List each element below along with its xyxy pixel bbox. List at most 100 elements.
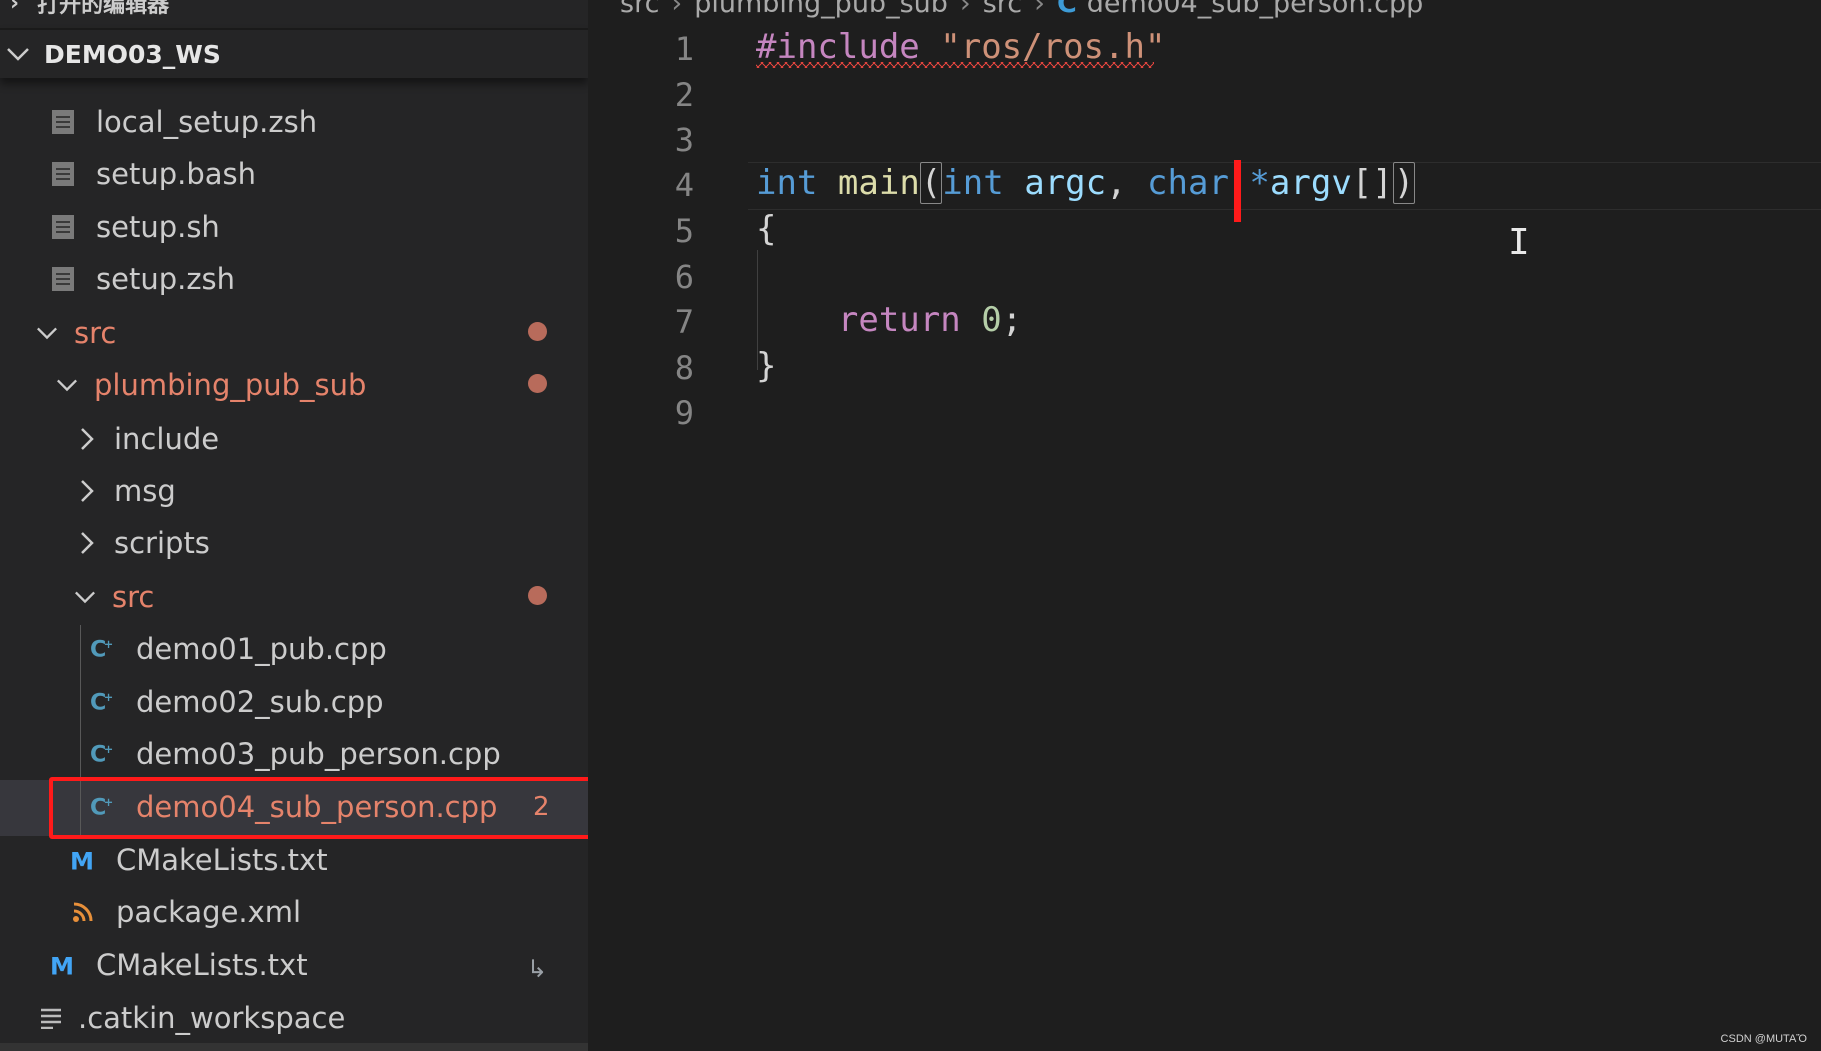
- line-number: 3: [674, 121, 694, 159]
- function-name: main: [837, 163, 920, 203]
- tree-item-label: setup.sh: [96, 210, 220, 244]
- line-number: 9: [674, 394, 694, 432]
- tree-item-label: src: [74, 316, 117, 350]
- svg-text:+: +: [104, 691, 113, 704]
- punct: ;: [1001, 300, 1023, 340]
- code-line-7: return 0;: [756, 297, 1022, 343]
- tree-folder-src[interactable]: src: [36, 308, 116, 358]
- explorer-sidebar: › 打开的编辑器 DEMO03_WS local_setup.zsh setup…: [0, 0, 588, 1051]
- symlink-arrow-icon: ↳: [527, 955, 548, 983]
- keyword: int: [942, 163, 1004, 203]
- include-string: "ros/ros.h": [940, 27, 1166, 67]
- tree-item-catkin-workspace[interactable]: .catkin_workspace: [38, 993, 345, 1043]
- file-lines-icon: [50, 214, 76, 240]
- line-number: 1: [674, 30, 694, 68]
- code-line-5: {: [756, 209, 777, 249]
- watermark: CSDN @MUTAὌ: [1720, 1033, 1807, 1045]
- keyword: char: [1147, 163, 1229, 203]
- param: argc: [1024, 163, 1107, 203]
- tree-item-label: setup.zsh: [96, 262, 236, 296]
- lines-icon: [38, 1005, 64, 1031]
- chevron-down-icon: [56, 378, 78, 392]
- rss-icon: [70, 899, 96, 925]
- tree-item-setup-zsh[interactable]: setup.zsh: [50, 254, 235, 304]
- tree-item-setup-sh[interactable]: setup.sh: [50, 202, 220, 252]
- paren: ): [1392, 162, 1416, 204]
- annotation-red-cursor: [1234, 160, 1241, 222]
- annotation-highlight-box: [49, 777, 588, 839]
- tree-item-package-xml[interactable]: package.xml: [70, 887, 301, 937]
- tree-item-label: scripts: [114, 526, 210, 560]
- chevron-right-icon: ›: [10, 0, 20, 16]
- keyword: return: [837, 300, 961, 340]
- line-number: 4: [674, 166, 694, 204]
- tree-item-demo01-pub-cpp[interactable]: C + demo01_pub.cpp: [90, 624, 387, 674]
- code-line-4: int main(int argc, char *argv[]): [756, 160, 1416, 206]
- error-squiggle: [756, 62, 1154, 68]
- tree-item-setup-bash[interactable]: setup.bash: [50, 149, 256, 199]
- number: 0: [981, 300, 1002, 340]
- keyword: int: [756, 163, 818, 203]
- tree-folder-include[interactable]: include: [76, 414, 219, 464]
- tree-item-local-setup-zsh[interactable]: local_setup.zsh: [50, 97, 317, 147]
- line-number: 8: [674, 349, 694, 387]
- chevron-right-icon: [76, 531, 98, 555]
- modified-dot: [528, 586, 547, 605]
- tree-item-label: src: [112, 580, 155, 614]
- tree-item-demo03-pub-person-cpp[interactable]: C + demo03_pub_person.cpp: [90, 729, 501, 779]
- file-lines-icon: [50, 266, 76, 292]
- line-number: 2: [674, 76, 694, 114]
- tree-item-label: setup.bash: [96, 157, 256, 191]
- tree-folder-scripts[interactable]: scripts: [76, 518, 210, 568]
- tree-folder-msg[interactable]: msg: [76, 466, 176, 516]
- pointer-star: *: [1249, 163, 1270, 203]
- tree-item-cmakelists-inner[interactable]: M CMakeLists.txt: [70, 835, 328, 885]
- line-number: 6: [674, 258, 694, 296]
- workspace-label: DEMO03_WS: [44, 39, 221, 69]
- tree-item-label: .catkin_workspace: [78, 1001, 346, 1035]
- svg-text:M: M: [70, 847, 94, 873]
- chevron-right-icon: [76, 427, 98, 451]
- tree-item-label: CMakeLists.txt: [96, 948, 308, 982]
- tree-item-label: package.xml: [116, 895, 302, 929]
- open-editors-section[interactable]: › 打开的编辑器: [0, 0, 588, 22]
- tree-item-demo02-sub-cpp[interactable]: C + demo02_sub.cpp: [90, 677, 384, 727]
- file-lines-icon: [50, 161, 76, 187]
- cmake-icon: M: [70, 847, 96, 873]
- modified-dot: [528, 374, 547, 393]
- chevron-down-icon: [6, 47, 30, 61]
- ibeam-cursor-icon: I: [1508, 222, 1530, 263]
- tree-item-label: demo03_pub_person.cpp: [136, 737, 501, 771]
- chevron-down-icon: [74, 590, 96, 604]
- preprocessor-directive: #include: [756, 27, 920, 67]
- tree-item-label: demo02_sub.cpp: [136, 685, 384, 719]
- code-editor[interactable]: 1 2 3 4 5 6 7 8 9 #include "ros/ros.h" i…: [588, 0, 1821, 1051]
- tree-item-label: include: [114, 422, 220, 456]
- paren: (: [919, 162, 943, 204]
- open-editors-label: 打开的编辑器: [37, 0, 170, 18]
- cpp-file-icon: C +: [90, 741, 116, 767]
- tree-item-label: CMakeLists.txt: [116, 843, 328, 877]
- punct: ,: [1106, 163, 1127, 203]
- chevron-down-icon: [36, 326, 58, 340]
- tree-folder-plumbing-pub-sub[interactable]: plumbing_pub_sub: [56, 360, 366, 410]
- tree-folder-src-inner[interactable]: src: [74, 572, 154, 622]
- file-lines-icon: [50, 109, 76, 135]
- svg-text:+: +: [104, 743, 113, 756]
- line-number: 5: [674, 212, 694, 250]
- cpp-file-icon: C +: [90, 689, 116, 715]
- workspace-header[interactable]: DEMO03_WS: [0, 28, 588, 78]
- tree-item-label: local_setup.zsh: [96, 105, 318, 139]
- punct: []: [1351, 163, 1393, 203]
- param: argv: [1269, 163, 1352, 203]
- cpp-file-icon: C +: [90, 636, 116, 662]
- tree-item-label: demo01_pub.cpp: [136, 632, 387, 666]
- chevron-right-icon: [76, 479, 98, 503]
- tree-item-cmakelists-root[interactable]: M CMakeLists.txt: [50, 940, 308, 990]
- svg-text:+: +: [104, 638, 113, 651]
- line-number: 7: [674, 303, 694, 341]
- tree-item-label: plumbing_pub_sub: [94, 368, 367, 402]
- modified-dot: [528, 322, 547, 341]
- svg-text:M: M: [50, 952, 74, 978]
- cmake-icon: M: [50, 952, 76, 978]
